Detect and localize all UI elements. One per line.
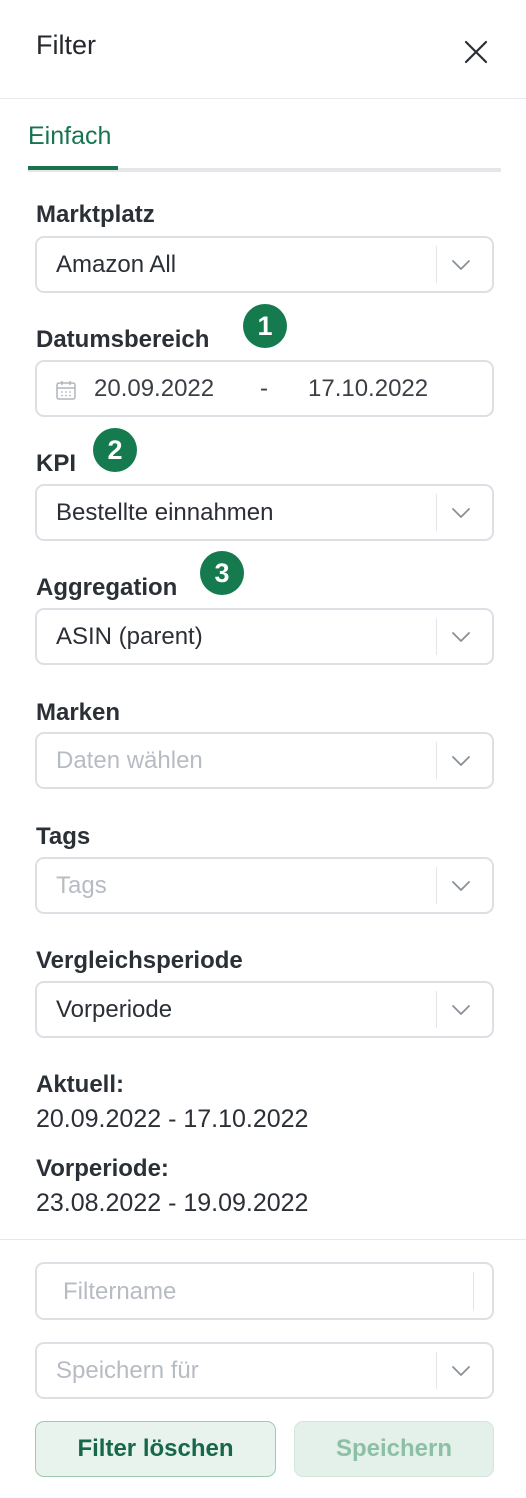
date-range-label: Datumsbereich bbox=[36, 326, 210, 353]
kpi-label: KPI bbox=[36, 450, 77, 477]
save-for-select[interactable]: Speichern für bbox=[35, 1342, 494, 1399]
previous-period-value: 23.08.2022 - 19.09.2022 bbox=[36, 1189, 309, 1217]
tags-placeholder: Tags bbox=[56, 872, 107, 899]
select-divider bbox=[436, 618, 437, 655]
marketplace-select[interactable]: Amazon All bbox=[35, 236, 494, 293]
chevron-down-icon bbox=[452, 1366, 470, 1376]
select-divider bbox=[436, 246, 437, 283]
save-for-placeholder: Speichern für bbox=[56, 1357, 199, 1384]
date-range-picker[interactable]: 20.09.2022 - 17.10.2022 bbox=[35, 360, 494, 417]
date-to-input[interactable]: 17.10.2022 bbox=[308, 375, 428, 403]
chevron-down-icon bbox=[452, 756, 470, 766]
panel-title: Filter bbox=[36, 30, 96, 60]
previous-period-label: Vorperiode: bbox=[36, 1155, 169, 1182]
tab-einfach[interactable]: Einfach bbox=[28, 120, 118, 172]
comparison-value: Vorperiode bbox=[56, 996, 173, 1023]
filter-panel-header: Filter bbox=[0, 0, 526, 99]
select-divider bbox=[436, 494, 437, 531]
aggregation-value: ASIN (parent) bbox=[56, 623, 203, 650]
filter-name-placeholder: Filtername bbox=[63, 1278, 177, 1305]
chevron-down-icon bbox=[452, 508, 470, 518]
date-separator: - bbox=[260, 375, 268, 402]
select-divider bbox=[436, 991, 437, 1028]
select-divider bbox=[436, 1352, 437, 1389]
select-divider bbox=[436, 742, 437, 779]
kpi-value: Bestellte einnahmen bbox=[56, 499, 274, 526]
aggregation-select[interactable]: ASIN (parent) bbox=[35, 608, 494, 665]
chevron-down-icon bbox=[452, 260, 470, 270]
marketplace-label: Marktplatz bbox=[36, 201, 155, 228]
brands-select[interactable]: Daten wählen bbox=[35, 732, 494, 789]
comparison-label: Vergleichsperiode bbox=[36, 947, 243, 974]
comparison-select[interactable]: Vorperiode bbox=[35, 981, 494, 1038]
footer-divider bbox=[0, 1239, 526, 1240]
marketplace-value: Amazon All bbox=[56, 251, 177, 278]
tags-label: Tags bbox=[36, 823, 91, 850]
brands-label: Marken bbox=[36, 699, 121, 726]
chevron-down-icon bbox=[452, 881, 470, 891]
annotation-badge-3: 3 bbox=[200, 551, 244, 595]
select-divider bbox=[436, 867, 437, 904]
date-from-input[interactable]: 20.09.2022 bbox=[94, 375, 214, 403]
clear-filter-button[interactable]: Filter löschen bbox=[35, 1421, 276, 1477]
tags-select[interactable]: Tags bbox=[35, 857, 494, 914]
brands-placeholder: Daten wählen bbox=[56, 747, 203, 774]
filter-name-input[interactable]: Filtername bbox=[35, 1262, 494, 1320]
aggregation-label: Aggregation bbox=[36, 574, 178, 601]
current-period-label: Aktuell: bbox=[36, 1071, 125, 1098]
annotation-badge-2: 2 bbox=[93, 428, 137, 472]
chevron-down-icon bbox=[452, 1005, 470, 1015]
kpi-select[interactable]: Bestellte einnahmen bbox=[35, 484, 494, 541]
input-divider bbox=[473, 1272, 474, 1310]
close-icon[interactable] bbox=[460, 36, 492, 68]
save-button[interactable]: Speichern bbox=[294, 1421, 494, 1477]
tab-bar: Einfach bbox=[28, 118, 501, 172]
calendar-icon bbox=[56, 381, 76, 400]
annotation-badge-1: 1 bbox=[243, 304, 287, 348]
current-period-value: 20.09.2022 - 17.10.2022 bbox=[36, 1105, 309, 1133]
active-tab-indicator bbox=[28, 166, 118, 170]
chevron-down-icon bbox=[452, 632, 470, 642]
